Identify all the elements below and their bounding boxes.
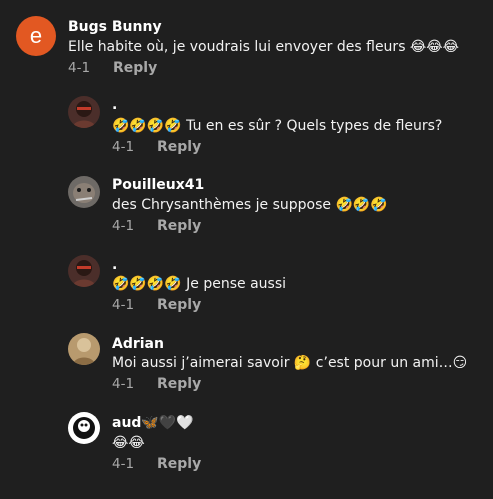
comment-text: 😂😂 bbox=[112, 435, 145, 451]
avatar[interactable] bbox=[68, 96, 100, 128]
comment-date: 4-1 bbox=[112, 297, 135, 313]
comment-text: 🤣🤣🤣🤣 Je pense aussi bbox=[112, 276, 287, 292]
comment-text: des Chrysanthèmes je suppose 🤣🤣🤣 bbox=[112, 197, 388, 213]
reply-button[interactable]: Reply bbox=[157, 375, 201, 393]
profile-photo-icon bbox=[68, 333, 100, 365]
comment-date: 4-1 bbox=[112, 456, 135, 472]
comment-date: 4-1 bbox=[112, 376, 135, 392]
comment-author[interactable]: . bbox=[112, 256, 117, 274]
comment-date: 4-1 bbox=[68, 60, 91, 76]
comment-text: Elle habite où, je voudrais lui envoyer … bbox=[68, 39, 460, 55]
reply-button[interactable]: Reply bbox=[157, 455, 201, 473]
avatar[interactable] bbox=[68, 412, 100, 444]
comment-item: Pouilleux41 des Chrysanthèmes je suppose… bbox=[0, 170, 493, 250]
comment-author[interactable]: Bugs Bunny bbox=[68, 18, 162, 36]
comment-text: Moi aussi j’aimerai savoir 🤔 c’est pour … bbox=[112, 355, 468, 371]
reply-button[interactable]: Reply bbox=[157, 217, 201, 235]
comment-author[interactable]: . bbox=[112, 96, 117, 114]
comment-text: 🤣🤣🤣🤣 Tu en es sûr ? Quels types de fleur… bbox=[112, 118, 443, 134]
profile-photo-icon bbox=[68, 255, 100, 287]
comment-author[interactable]: aud🦋🖤🤍 bbox=[112, 414, 194, 432]
reply-button[interactable]: Reply bbox=[113, 59, 157, 77]
reply-button[interactable]: Reply bbox=[157, 138, 201, 156]
comment-author[interactable]: Adrian bbox=[112, 335, 164, 353]
comment-date: 4-1 bbox=[112, 218, 135, 234]
profile-photo-icon bbox=[68, 412, 100, 444]
profile-photo-icon bbox=[68, 176, 100, 208]
comment-date: 4-1 bbox=[112, 139, 135, 155]
avatar[interactable]: e bbox=[16, 16, 56, 56]
comment-author[interactable]: Pouilleux41 bbox=[112, 176, 204, 194]
comment-item: e Bugs Bunny Elle habite où, je voudrais… bbox=[0, 0, 493, 90]
comment-item: Adrian Moi aussi j’aimerai savoir 🤔 c’es… bbox=[0, 329, 493, 409]
comment-item: . 🤣🤣🤣🤣 Tu en es sûr ? Quels types de fle… bbox=[0, 90, 493, 170]
comment-item: . 🤣🤣🤣🤣 Je pense aussi 4-1 Reply bbox=[0, 250, 493, 330]
comment-item: aud🦋🖤🤍 😂😂 4-1 Reply bbox=[0, 408, 493, 488]
profile-photo-icon bbox=[68, 96, 100, 128]
avatar[interactable] bbox=[68, 333, 100, 365]
avatar[interactable] bbox=[68, 255, 100, 287]
reply-button[interactable]: Reply bbox=[157, 296, 201, 314]
avatar[interactable] bbox=[68, 176, 100, 208]
